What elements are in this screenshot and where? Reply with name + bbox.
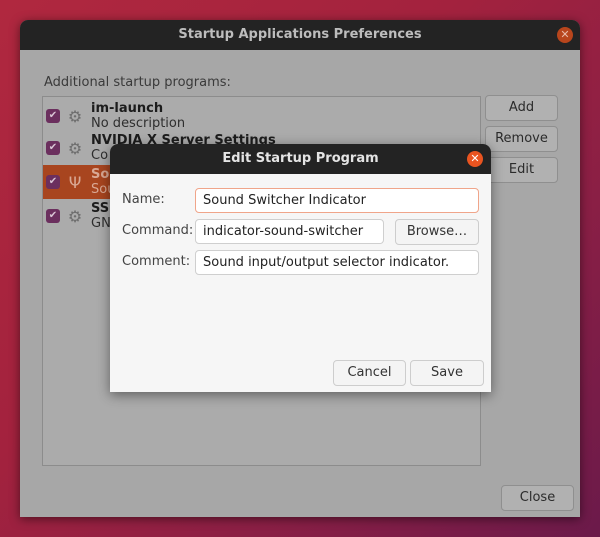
remove-button[interactable]: Remove: [485, 126, 558, 152]
enabled-checkbox[interactable]: ✔: [46, 175, 60, 189]
comment-input[interactable]: Sound input/output selector indicator.: [195, 250, 479, 275]
close-button[interactable]: Close: [501, 485, 574, 511]
name-label: Name:: [122, 192, 165, 207]
gears-icon: ⚙: [67, 139, 83, 158]
comment-label: Comment:: [122, 254, 191, 269]
gears-icon: ⚙: [67, 207, 83, 226]
list-label: Additional startup programs:: [44, 75, 231, 90]
gears-icon: ⚙: [67, 107, 83, 126]
enabled-checkbox[interactable]: ✔: [46, 109, 60, 123]
save-button[interactable]: Save: [410, 360, 484, 386]
cancel-button[interactable]: Cancel: [333, 360, 406, 386]
edit-startup-program-dialog: Edit Startup Program ✕ Name: Sound Switc…: [110, 144, 491, 392]
command-input[interactable]: indicator-sound-switcher: [195, 219, 384, 244]
close-dialog-icon[interactable]: ✕: [467, 151, 483, 167]
command-label: Command:: [122, 223, 194, 238]
program-description: GN: [91, 216, 111, 231]
window-titlebar[interactable]: Startup Applications Preferences ✕: [20, 20, 580, 50]
list-item[interactable]: ✔ ⚙ im-launch No description: [43, 99, 480, 133]
enabled-checkbox[interactable]: ✔: [46, 209, 60, 223]
window-title: Startup Applications Preferences: [178, 27, 422, 42]
enabled-checkbox[interactable]: ✔: [46, 141, 60, 155]
add-button[interactable]: Add: [485, 95, 558, 121]
trident-icon: Ψ: [68, 173, 82, 192]
program-description: Co: [91, 148, 109, 163]
program-name: im-launch: [91, 101, 164, 116]
dialog-titlebar[interactable]: Edit Startup Program ✕: [110, 144, 491, 174]
edit-button[interactable]: Edit: [485, 157, 558, 183]
browse-button[interactable]: Browse…: [395, 219, 479, 245]
program-description: No description: [91, 116, 186, 131]
close-window-icon[interactable]: ✕: [557, 27, 573, 43]
dialog-title: Edit Startup Program: [222, 151, 379, 166]
name-input[interactable]: Sound Switcher Indicator: [195, 188, 479, 213]
